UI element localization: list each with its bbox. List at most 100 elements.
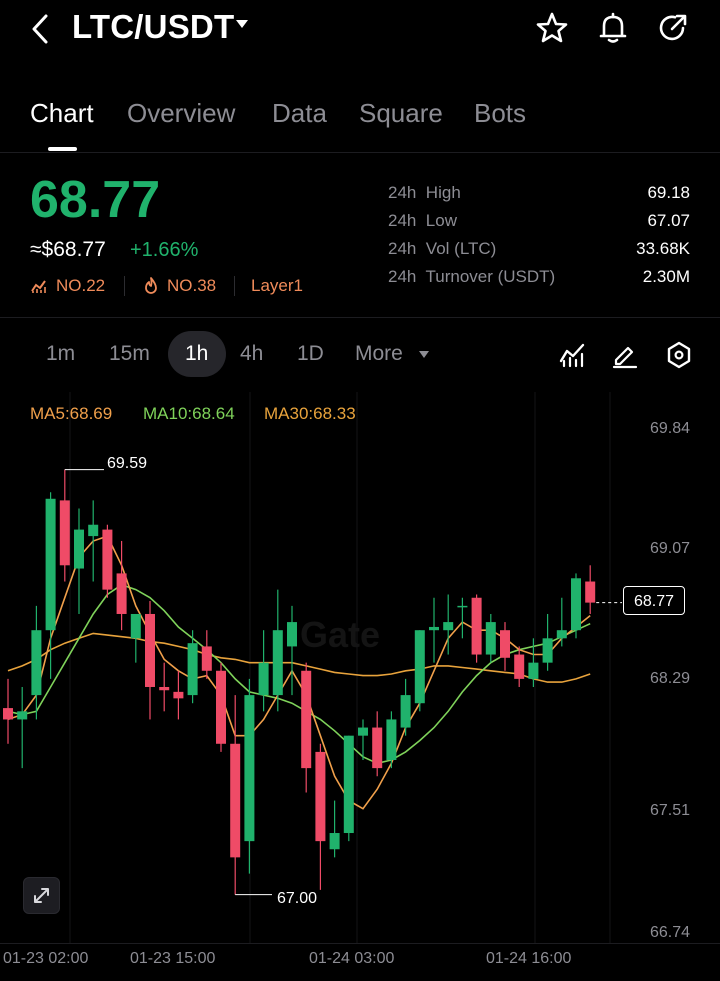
candle-body	[116, 573, 127, 614]
candle-body	[31, 630, 42, 696]
stat-value-turnover: 2.30M	[642, 267, 690, 286]
tab-bots[interactable]: Bots	[474, 98, 526, 129]
back-arrow-icon[interactable]	[28, 12, 54, 46]
x-tick-4: 01-24 16:00	[486, 950, 572, 967]
volume-rank[interactable]: NO.22	[56, 276, 105, 296]
expand-icon	[34, 888, 49, 903]
candle-body	[159, 686, 170, 691]
flame-icon	[142, 276, 160, 296]
candle-body	[528, 662, 539, 679]
candlestick-chart[interactable]	[0, 392, 720, 952]
tabs-divider	[0, 152, 720, 153]
last-price: 68.77	[30, 171, 161, 229]
timeframe-1h[interactable]: 1h	[185, 342, 208, 366]
active-tab-indicator	[48, 147, 77, 151]
x-tick-3: 01-24 03:00	[309, 950, 395, 967]
candle-body	[130, 613, 141, 639]
indicator-icon[interactable]	[558, 341, 586, 369]
category-tag[interactable]: Layer1	[251, 276, 303, 296]
timeframe-1m[interactable]: 1m	[46, 342, 75, 366]
candle-body	[514, 654, 525, 679]
bell-icon[interactable]	[595, 10, 631, 46]
candle-body	[102, 529, 113, 590]
candle-body	[244, 695, 255, 842]
candle-body	[216, 670, 226, 744]
y-tick-4: 67.51	[649, 802, 690, 819]
fullscreen-button[interactable]	[23, 877, 60, 914]
candle-body	[3, 708, 13, 720]
price-change: +1.66%	[130, 239, 199, 261]
candle-body	[585, 581, 596, 603]
settings-hex-icon[interactable]	[665, 340, 693, 370]
draw-pencil-icon[interactable]	[611, 341, 639, 369]
candle-body	[471, 597, 482, 655]
candle-body	[556, 630, 567, 639]
star-icon[interactable]	[534, 10, 570, 46]
y-tick-2: 69.07	[649, 540, 690, 557]
x-tick-2: 01-23 15:00	[130, 950, 216, 967]
tab-data[interactable]: Data	[272, 98, 327, 129]
ticker-divider	[0, 317, 720, 318]
candle-body	[287, 622, 297, 647]
hot-rank[interactable]: NO.38	[167, 276, 216, 296]
candle-body	[201, 646, 212, 671]
stat-value-volume: 33.68K	[636, 239, 690, 258]
ma10-line	[7, 583, 591, 765]
timeframe-15m[interactable]: 15m	[109, 342, 150, 366]
candle-body	[443, 622, 454, 631]
share-icon[interactable]	[655, 10, 691, 46]
volume-rank-icon	[30, 277, 48, 295]
high-marker-label: 69.59	[107, 455, 148, 472]
stat-value-low: 67.07	[647, 211, 690, 230]
candle-body	[272, 630, 283, 696]
candle-body	[457, 605, 468, 608]
timeframe-1d[interactable]: 1D	[297, 342, 324, 366]
last-price-marker: 68.77	[623, 586, 685, 615]
x-tick-1: 01-23 02:00	[3, 950, 89, 967]
candle-body	[88, 524, 99, 537]
badge-separator	[234, 276, 235, 296]
tab-square[interactable]: Square	[359, 98, 443, 129]
candle-body	[500, 630, 510, 658]
candle-body	[329, 833, 340, 850]
badge-separator	[124, 276, 125, 296]
candle-body	[301, 670, 312, 769]
pair-title[interactable]: LTC/USDT	[72, 8, 234, 46]
stat-label-turnover: 24h Turnover (USDT)	[388, 267, 556, 286]
candle-body	[74, 529, 84, 569]
y-tick-3: 68.29	[649, 670, 690, 687]
candle-body	[45, 498, 56, 631]
candle-body	[315, 751, 326, 842]
low-marker-label: 67.00	[277, 890, 318, 907]
timeframe-4h[interactable]: 4h	[240, 342, 263, 366]
candle-body	[358, 727, 368, 736]
y-tick-5: 66.74	[649, 924, 690, 941]
candle-body	[414, 630, 425, 704]
time-axis-divider	[0, 943, 720, 944]
stat-value-high: 69.18	[647, 183, 690, 202]
candle-body	[571, 578, 581, 631]
candle-body	[429, 626, 439, 631]
more-dropdown-caret[interactable]	[419, 351, 429, 358]
tab-overview[interactable]: Overview	[127, 98, 235, 129]
stat-label-volume: 24h Vol (LTC)	[388, 239, 497, 258]
candle-body	[187, 643, 198, 696]
candle-body	[17, 711, 28, 720]
timeframe-more[interactable]: More	[355, 342, 403, 366]
candle-body	[372, 727, 383, 769]
candle-body	[230, 743, 241, 858]
candle-body	[59, 500, 70, 566]
stat-label-high: 24h High	[388, 183, 461, 202]
candle-body	[173, 691, 184, 699]
candle-body	[343, 735, 354, 834]
candle-body	[386, 719, 397, 761]
price-usd: ≈$68.77	[30, 238, 106, 261]
candle-body	[400, 695, 411, 728]
pair-dropdown-caret[interactable]	[236, 20, 248, 28]
tab-chart[interactable]: Chart	[30, 98, 94, 129]
candle-body	[145, 613, 155, 687]
candle-body	[542, 638, 553, 663]
candle-body	[485, 622, 496, 655]
y-tick-1: 69.84	[649, 420, 690, 437]
candle-body	[258, 662, 269, 696]
